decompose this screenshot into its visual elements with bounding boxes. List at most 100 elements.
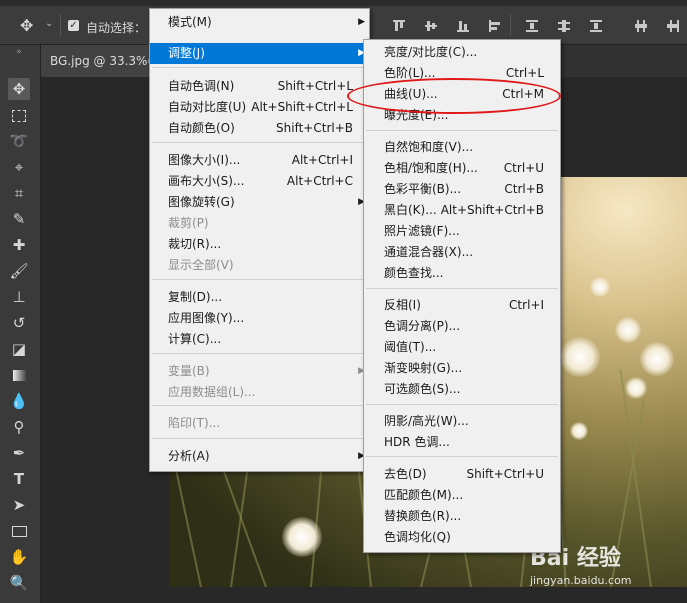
menu-item-shortcut: Ctrl+B <box>504 182 544 196</box>
menu-item-label: 阴影/高光(W)... <box>384 414 469 428</box>
menu-item-label: 可选颜色(S)... <box>384 382 461 396</box>
watermark-url: jingyan.baidu.com <box>530 574 632 587</box>
image-menu-item[interactable]: 计算(C)... <box>150 329 369 350</box>
menu-item-shortcut: Ctrl+U <box>503 161 544 175</box>
adjustments-menu-item[interactable]: 阴影/高光(W)... <box>364 411 560 432</box>
adjustments-menu-item[interactable]: 色调分离(P)... <box>364 316 560 337</box>
image-menu-item[interactable]: 调整(J) ▶ <box>150 43 369 64</box>
gradient-tool-icon[interactable] <box>8 364 30 386</box>
align-bottom-icon[interactable] <box>457 20 469 32</box>
adjustments-menu-item[interactable]: 色彩平衡(B)... Ctrl+B <box>364 179 560 200</box>
adjustments-menu-item[interactable]: 照片滤镜(F)... <box>364 221 560 242</box>
menu-item-shortcut: Alt+Shift+Ctrl+B <box>440 203 544 217</box>
marquee-tool-icon[interactable] <box>8 104 30 126</box>
adjustments-menu-item[interactable]: 黑白(K)... Alt+Shift+Ctrl+B <box>364 200 560 221</box>
move-tool-icon[interactable]: ✥ <box>20 16 33 35</box>
pen-tool-icon[interactable]: ✒ <box>8 442 30 464</box>
menu-item-label: 图像大小(I)... <box>168 153 241 167</box>
lasso-tool-icon[interactable]: ➰ <box>8 130 30 152</box>
distribute-top-icon[interactable] <box>526 20 538 32</box>
align-vcenter-icon[interactable] <box>425 20 437 32</box>
menu-item-label: 自动对比度(U) <box>168 100 247 114</box>
divider <box>60 14 61 36</box>
adjustments-menu-item[interactable]: 可选颜色(S)... <box>364 379 560 400</box>
path-selection-tool-icon[interactable]: ➤ <box>8 494 30 516</box>
adjustments-menu-item[interactable]: 色调均化(Q) <box>364 527 560 548</box>
distribute-right-icon[interactable] <box>667 20 679 32</box>
adjustments-menu-item[interactable]: 自然饱和度(V)... <box>364 137 560 158</box>
menu-item-shortcut: Alt+Ctrl+I <box>291 153 353 167</box>
menu-separator <box>152 353 367 354</box>
image-menu-item[interactable]: 自动色调(N) Shift+Ctrl+L <box>150 76 369 97</box>
adjustments-submenu: 亮度/对比度(C)... 色阶(L)... Ctrl+L 曲线(U)... Ctrl+M… <box>363 39 561 553</box>
image-menu-item[interactable]: 自动对比度(U) Alt+Shift+Ctrl+L <box>150 97 369 118</box>
adjustments-menu-item[interactable]: 去色(D) Shift+Ctrl+U <box>364 464 560 485</box>
auto-select-checkbox[interactable]: ✓ <box>68 20 79 31</box>
document-tab[interactable]: BG.jpg @ 33.3%(F <box>40 45 159 77</box>
adjustments-menu-item[interactable]: 匹配颜色(M)... <box>364 485 560 506</box>
image-menu-item[interactable]: 应用图像(Y)... <box>150 308 369 329</box>
image-menu-item[interactable]: 图像旋转(G) ▶ <box>150 192 369 213</box>
submenu-arrow-icon: ▶ <box>358 17 365 27</box>
image-menu-item[interactable]: 画布大小(S)... Alt+Ctrl+C <box>150 171 369 192</box>
menu-item-label: 自动颜色(O) <box>168 121 235 135</box>
align-top-icon[interactable] <box>393 20 405 32</box>
document-tab-title: BG.jpg @ 33.3%(F <box>50 54 160 68</box>
distribute-bottom-icon[interactable] <box>590 20 602 32</box>
menu-item-label: 图像旋转(G) <box>168 195 235 209</box>
menu-item-label: 照片滤镜(F)... <box>384 224 460 238</box>
menu-item-label: 黑白(K)... <box>384 203 437 217</box>
tools-panel: » ✥ ➰ ⌖ ⌗ ✎ ✚ 🖌 ⊥ ↺ ◪ 💧 ⚲ ✒ T ➤ ✋ 🔍 <box>0 45 41 603</box>
rectangle-tool-icon[interactable] <box>8 520 30 542</box>
type-tool-icon[interactable]: T <box>8 468 30 490</box>
adjustments-menu-item[interactable]: 亮度/对比度(C)... <box>364 42 560 63</box>
eyedropper-tool-icon[interactable]: ✎ <box>8 208 30 230</box>
image-menu-item: 应用数据组(L)... <box>150 382 369 403</box>
clone-stamp-tool-icon[interactable]: ⊥ <box>8 286 30 308</box>
menu-item-label: 裁剪(P) <box>168 216 209 230</box>
move-tool-icon[interactable]: ✥ <box>8 78 30 100</box>
menu-item-label: 自动色调(N) <box>168 79 235 93</box>
menu-item-shortcut: Shift+Ctrl+B <box>276 121 353 135</box>
adjustments-menu-item[interactable]: 颜色查找... <box>364 263 560 284</box>
collapse-icon[interactable]: » <box>8 47 30 57</box>
adjustments-menu-item[interactable]: 色相/饱和度(H)... Ctrl+U <box>364 158 560 179</box>
chevron-down-icon[interactable]: ⌄ <box>45 18 53 29</box>
image-menu-item[interactable]: 复制(D)... <box>150 287 369 308</box>
dodge-tool-icon[interactable]: ⚲ <box>8 416 30 438</box>
adjustments-menu-item[interactable]: 反相(I) Ctrl+I <box>364 295 560 316</box>
menu-item-shortcut: Alt+Shift+Ctrl+L <box>251 100 353 114</box>
menu-item-label: 变量(B) <box>168 364 210 378</box>
align-left-icon[interactable] <box>489 20 501 32</box>
menu-item-label: 色调分离(P)... <box>384 319 461 333</box>
adjustments-menu-item[interactable]: 替换颜色(R)... <box>364 506 560 527</box>
hand-tool-icon[interactable]: ✋ <box>8 546 30 568</box>
healing-brush-tool-icon[interactable]: ✚ <box>8 234 30 256</box>
adjustments-menu-item[interactable]: 渐变映射(G)... <box>364 358 560 379</box>
menu-item-label: 调整(J) <box>168 46 205 60</box>
history-brush-tool-icon[interactable]: ↺ <box>8 312 30 334</box>
eraser-tool-icon[interactable]: ◪ <box>8 338 30 360</box>
menu-separator <box>152 279 367 280</box>
adjustments-menu-item[interactable]: HDR 色调... <box>364 432 560 453</box>
brush-tool-icon[interactable]: 🖌 <box>8 260 30 282</box>
zoom-tool-icon[interactable]: 🔍 <box>8 572 30 594</box>
distribute-hcenter-icon[interactable] <box>635 20 647 32</box>
quick-selection-tool-icon[interactable]: ⌖ <box>8 156 30 178</box>
image-menu-item[interactable]: 分析(A) ▶ <box>150 446 369 467</box>
menu-item-label: 亮度/对比度(C)... <box>384 45 478 59</box>
image-menu-item[interactable]: 图像大小(I)... Alt+Ctrl+I <box>150 150 369 171</box>
adjustments-menu-item[interactable]: 阈值(T)... <box>364 337 560 358</box>
menu-item-label: 分析(A) <box>168 449 210 463</box>
menu-item-label: 画布大小(S)... <box>168 174 245 188</box>
image-menu-item[interactable]: 裁切(R)... <box>150 234 369 255</box>
image-menu-item: 裁剪(P) <box>150 213 369 234</box>
menu-separator <box>366 456 558 457</box>
distribute-vcenter-icon[interactable] <box>558 20 570 32</box>
adjustments-menu-item[interactable]: 通道混合器(X)... <box>364 242 560 263</box>
image-menu-item[interactable]: 模式(M) ▶ <box>150 12 369 33</box>
blur-tool-icon[interactable]: 💧 <box>8 390 30 412</box>
menu-item-label: 陷印(T)... <box>168 416 221 430</box>
image-menu-item[interactable]: 自动颜色(O) Shift+Ctrl+B <box>150 118 369 139</box>
crop-tool-icon[interactable]: ⌗ <box>8 182 30 204</box>
